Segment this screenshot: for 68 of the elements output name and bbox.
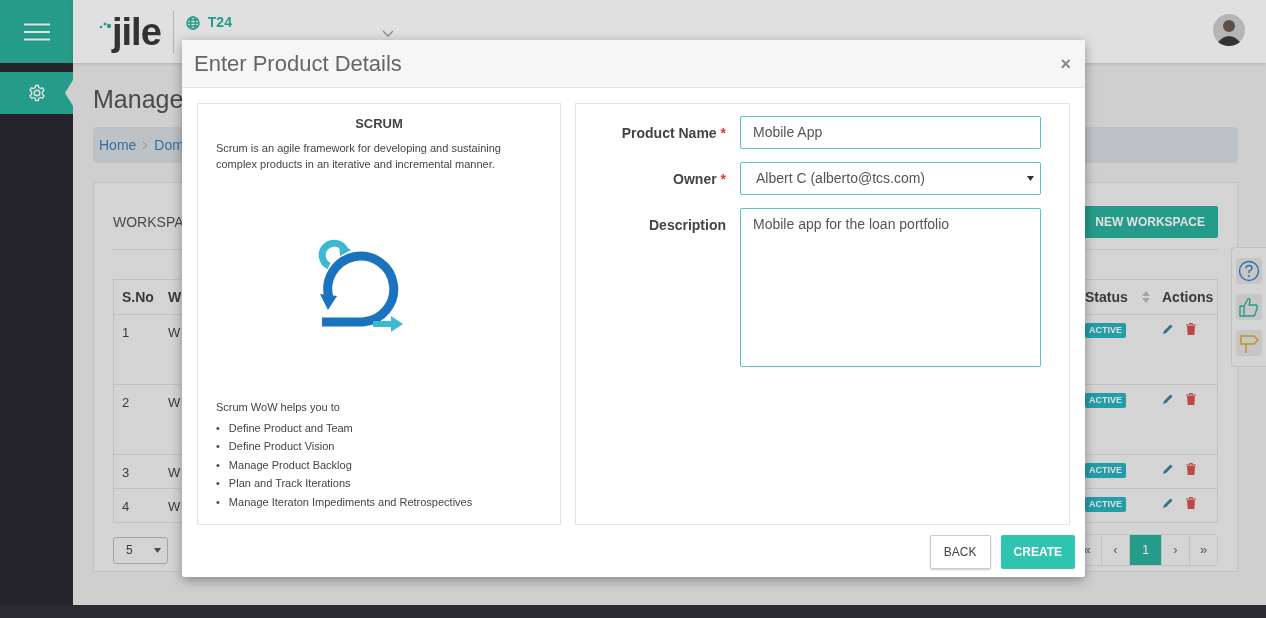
status-badge: ACTIVE (1085, 393, 1126, 408)
help-icon[interactable] (1238, 260, 1260, 282)
delete-icon[interactable] (1186, 497, 1196, 509)
column-header: Actions (1162, 287, 1214, 307)
bullet: • (216, 420, 220, 436)
edit-icon[interactable] (1162, 393, 1174, 405)
list-item: Manage Product Backlog (228, 457, 352, 473)
page-link[interactable]: » (1189, 535, 1217, 565)
settings-icon (27, 84, 46, 102)
logo-icon (98, 20, 112, 31)
edit-icon[interactable] (1162, 497, 1174, 509)
delete-icon[interactable] (1186, 323, 1196, 335)
page-link[interactable]: 1 (1129, 535, 1161, 565)
edit-icon[interactable] (1162, 323, 1174, 335)
status-badge: ACTIVE (1085, 463, 1126, 478)
table-cell: W (168, 325, 181, 340)
edit-icon[interactable] (1162, 463, 1174, 475)
delete-icon[interactable] (1186, 463, 1196, 475)
user-avatar[interactable] (1213, 14, 1245, 46)
column-header: S.No (122, 288, 154, 305)
card-title: WORKSPA (113, 212, 184, 232)
list-item: Define Product and Team (228, 420, 353, 436)
field-label: Description (649, 217, 726, 233)
helps-intro: Scrum WoW helps you to (216, 400, 341, 415)
table-cell: 4 (122, 499, 130, 514)
list-item: Define Product Vision (228, 439, 335, 454)
back-button[interactable]: BACK (929, 535, 991, 569)
field-label: Product Name (621, 125, 717, 141)
separator-icon (142, 140, 149, 150)
status-badge: ACTIVE (1085, 323, 1126, 338)
field-label: Owner (673, 171, 717, 187)
table-cell: 3 (122, 465, 130, 480)
thumbs-up-icon[interactable] (1238, 296, 1260, 318)
list-item: Manage Iteraton Impediments and Retrospectives (228, 494, 473, 510)
caret-icon (154, 547, 161, 553)
globe-icon (185, 15, 200, 30)
table-cell: 1 (122, 325, 130, 340)
table-cell: W (168, 499, 181, 514)
status-badge: ACTIVE (1085, 497, 1126, 512)
method-description: Scrum is an agile framework for developing and sustaining complex products in an iterative and incremental manner. (216, 140, 502, 173)
brand-logo: jile (112, 12, 161, 51)
settings-nav-item[interactable] (0, 72, 73, 114)
text-area[interactable]: Mobile app for the loan portfolio (740, 208, 1041, 367)
table-cell: W (168, 465, 181, 480)
domain-name[interactable]: T24 (207, 12, 232, 33)
menu-icon[interactable] (23, 22, 50, 41)
column-header: Status (1085, 287, 1128, 307)
breadcrumb-link[interactable]: Home (99, 134, 137, 156)
input-field[interactable]: Mobile App (740, 116, 1041, 149)
list-item: Plan and Track Iterations (228, 476, 351, 491)
required-mark: * (720, 171, 726, 187)
bullet: • (216, 494, 220, 510)
chevron-icon[interactable] (381, 30, 394, 37)
delete-icon[interactable] (1186, 393, 1196, 405)
bullet: • (216, 476, 220, 491)
new-workspace-button[interactable]: NEW WORKSPACE (1082, 206, 1218, 238)
bullet: • (216, 439, 220, 454)
select-field[interactable]: Albert C (alberto@tcs.com) (740, 162, 1041, 195)
bullet: • (216, 457, 220, 473)
method-heading: SCRUM (354, 116, 404, 132)
column-header: W (168, 288, 182, 305)
table-cell: 2 (122, 395, 130, 410)
dialog-title: Enter Product Details (194, 50, 402, 78)
close-button[interactable]: × (1058, 54, 1073, 73)
page-size-select[interactable]: 5 (113, 536, 168, 564)
page-title: Manage (93, 85, 184, 113)
table-cell: W (168, 395, 181, 410)
required-mark: * (720, 125, 726, 141)
